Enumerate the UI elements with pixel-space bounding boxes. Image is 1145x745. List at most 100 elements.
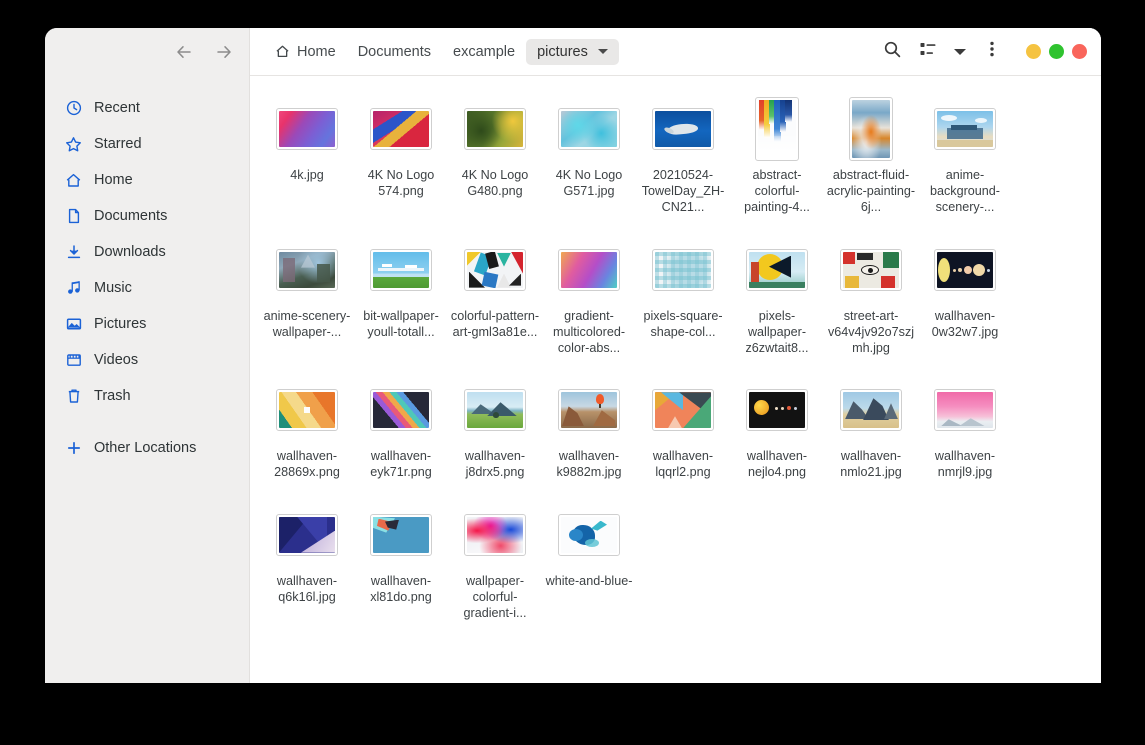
- back-button[interactable]: [173, 41, 195, 63]
- sidebar-item-music[interactable]: Music: [45, 270, 249, 306]
- view-dropdown-button[interactable]: [948, 36, 972, 68]
- minimize-button[interactable]: [1026, 44, 1041, 59]
- chevron-down-icon: [954, 48, 966, 55]
- view-mode-button[interactable]: [912, 36, 944, 68]
- file-item[interactable]: wallhaven-lqqrl2.png: [636, 373, 730, 484]
- file-name: abstract-colorful-painting-4...: [744, 168, 810, 215]
- file-item[interactable]: bit-wallpaper-youll-totall...: [354, 233, 448, 361]
- thumbnail: [755, 97, 799, 161]
- breadcrumb-item-home[interactable]: Home: [264, 39, 347, 65]
- file-item[interactable]: wallhaven-nmrjl9.jpg: [918, 373, 1012, 484]
- thumbnail: [652, 239, 714, 301]
- home-icon: [65, 172, 82, 189]
- file-manager-window: Recent Starred Home Documents Downloads …: [45, 28, 1101, 683]
- file-item[interactable]: abstract-fluid-acrylic-painting-6j...: [824, 92, 918, 220]
- file-item[interactable]: 4K No Logo G480.png: [448, 92, 542, 220]
- thumbnail: [464, 379, 526, 441]
- breadcrumb-item-label: Documents: [357, 43, 432, 60]
- clock-icon: [65, 100, 82, 117]
- file-item[interactable]: wallhaven-0w32w7.jpg: [918, 233, 1012, 361]
- thumbnail: [558, 379, 620, 441]
- file-name: wallhaven-28869x.png: [274, 449, 340, 480]
- file-name: bit-wallpaper-youll-totall...: [363, 308, 439, 339]
- file-item[interactable]: pixels-wallpaper-z6zwtait8...: [730, 233, 824, 361]
- file-item[interactable]: 20210524-TowelDay_ZH-CN21...: [636, 92, 730, 220]
- thumbnail: [558, 504, 620, 566]
- file-item[interactable]: wallpaper-colorful-gradient-i...: [448, 498, 542, 626]
- file-item[interactable]: abstract-colorful-painting-4...: [730, 92, 824, 220]
- file-name: white-and-blue-: [545, 573, 633, 588]
- thumbnail: [464, 98, 526, 160]
- file-item[interactable]: wallhaven-28869x.png: [260, 373, 354, 484]
- sidebar-item-trash[interactable]: Trash: [45, 378, 249, 414]
- sidebar-item-label: Home: [94, 172, 133, 188]
- thumbnail: [849, 97, 893, 161]
- main-menu-button[interactable]: [976, 36, 1008, 68]
- file-item[interactable]: 4k.jpg: [260, 92, 354, 220]
- maximize-button[interactable]: [1049, 44, 1064, 59]
- file-item[interactable]: wallhaven-j8drx5.png: [448, 373, 542, 484]
- sidebar-item-label: Music: [94, 280, 132, 296]
- file-item[interactable]: wallhaven-nejlo4.png: [730, 373, 824, 484]
- sidebar-item-home[interactable]: Home: [45, 162, 249, 198]
- file-name: abstract-fluid-acrylic-painting-6j...: [826, 168, 916, 215]
- file-name: wallhaven-k9882m.jpg: [556, 449, 622, 480]
- search-button[interactable]: [876, 36, 908, 68]
- file-item[interactable]: wallhaven-xl81do.png: [354, 498, 448, 626]
- video-icon: [65, 352, 82, 369]
- file-item[interactable]: colorful-pattern-art-gml3a81e...: [448, 233, 542, 361]
- file-name: colorful-pattern-art-gml3a81e...: [450, 308, 540, 339]
- thumbnail: [370, 98, 432, 160]
- sidebar-item-label: Pictures: [94, 316, 147, 332]
- music-note-icon: [65, 280, 82, 297]
- file-item[interactable]: 4K No Logo G571.jpg: [542, 92, 636, 220]
- file-item[interactable]: street-art-v64v4jv92o7szjmh.jpg: [824, 233, 918, 361]
- sidebar-item-pictures[interactable]: Pictures: [45, 306, 249, 342]
- sidebar-item-starred[interactable]: Starred: [45, 126, 249, 162]
- window-controls: [1026, 44, 1087, 59]
- file-name: wallhaven-xl81do.png: [370, 573, 432, 604]
- file-item[interactable]: wallhaven-nmlo21.jpg: [824, 373, 918, 484]
- file-grid[interactable]: 4k.jpg 4K No Logo 574.png 4K No Logo G48…: [250, 76, 1101, 683]
- sidebar-item-documents[interactable]: Documents: [45, 198, 249, 234]
- breadcrumb-item-label: Home: [297, 43, 336, 60]
- plus-icon: [65, 440, 82, 457]
- breadcrumb-item-excample[interactable]: excample: [442, 39, 526, 65]
- sidebar-item-other-locations[interactable]: Other Locations: [45, 430, 249, 466]
- file-item[interactable]: 4K No Logo 574.png: [354, 92, 448, 220]
- file-item[interactable]: wallhaven-q6k16l.jpg: [260, 498, 354, 626]
- file-item[interactable]: pixels-square-shape-col...: [636, 233, 730, 361]
- file-item[interactable]: wallhaven-eyk71r.png: [354, 373, 448, 484]
- file-name: wallhaven-eyk71r.png: [370, 449, 432, 480]
- file-name: pixels-wallpaper-z6zwtait8...: [745, 308, 809, 356]
- file-item[interactable]: anime-background-scenery-...: [918, 92, 1012, 220]
- file-item[interactable]: gradient-multicolored-color-abs...: [542, 233, 636, 361]
- file-item[interactable]: wallhaven-k9882m.jpg: [542, 373, 636, 484]
- breadcrumb-item-pictures[interactable]: pictures: [526, 38, 619, 65]
- sidebar-item-downloads[interactable]: Downloads: [45, 234, 249, 270]
- close-button[interactable]: [1072, 44, 1087, 59]
- file-name: 20210524-TowelDay_ZH-CN21...: [641, 168, 725, 215]
- breadcrumb-item-documents[interactable]: Documents: [347, 39, 442, 65]
- sidebar-places-list: Recent Starred Home Documents Downloads …: [45, 76, 249, 466]
- thumbnail: [652, 379, 714, 441]
- toolbar: Home Documents excample pictures: [250, 28, 1101, 76]
- sidebar-item-videos[interactable]: Videos: [45, 342, 249, 378]
- star-icon: [65, 136, 82, 153]
- sidebar-item-label: Videos: [94, 352, 139, 368]
- file-item[interactable]: anime-scenery-wallpaper-...: [260, 233, 354, 361]
- sidebar-item-label: Documents: [94, 208, 168, 224]
- file-name: gradient-multicolored-color-abs...: [552, 308, 626, 356]
- thumbnail: [370, 379, 432, 441]
- sidebar: Recent Starred Home Documents Downloads …: [45, 28, 250, 683]
- home-icon: [275, 44, 290, 59]
- breadcrumb-item-label: pictures: [537, 43, 588, 60]
- sidebar-item-recent[interactable]: Recent: [45, 90, 249, 126]
- file-name: 4K No Logo G571.jpg: [555, 168, 623, 199]
- file-name: anime-scenery-wallpaper-...: [263, 308, 351, 339]
- forward-button[interactable]: [213, 41, 235, 63]
- thumbnail: [840, 239, 902, 301]
- thumbnail: [276, 379, 338, 441]
- file-item[interactable]: white-and-blue-: [542, 498, 636, 626]
- thumbnail: [276, 239, 338, 301]
